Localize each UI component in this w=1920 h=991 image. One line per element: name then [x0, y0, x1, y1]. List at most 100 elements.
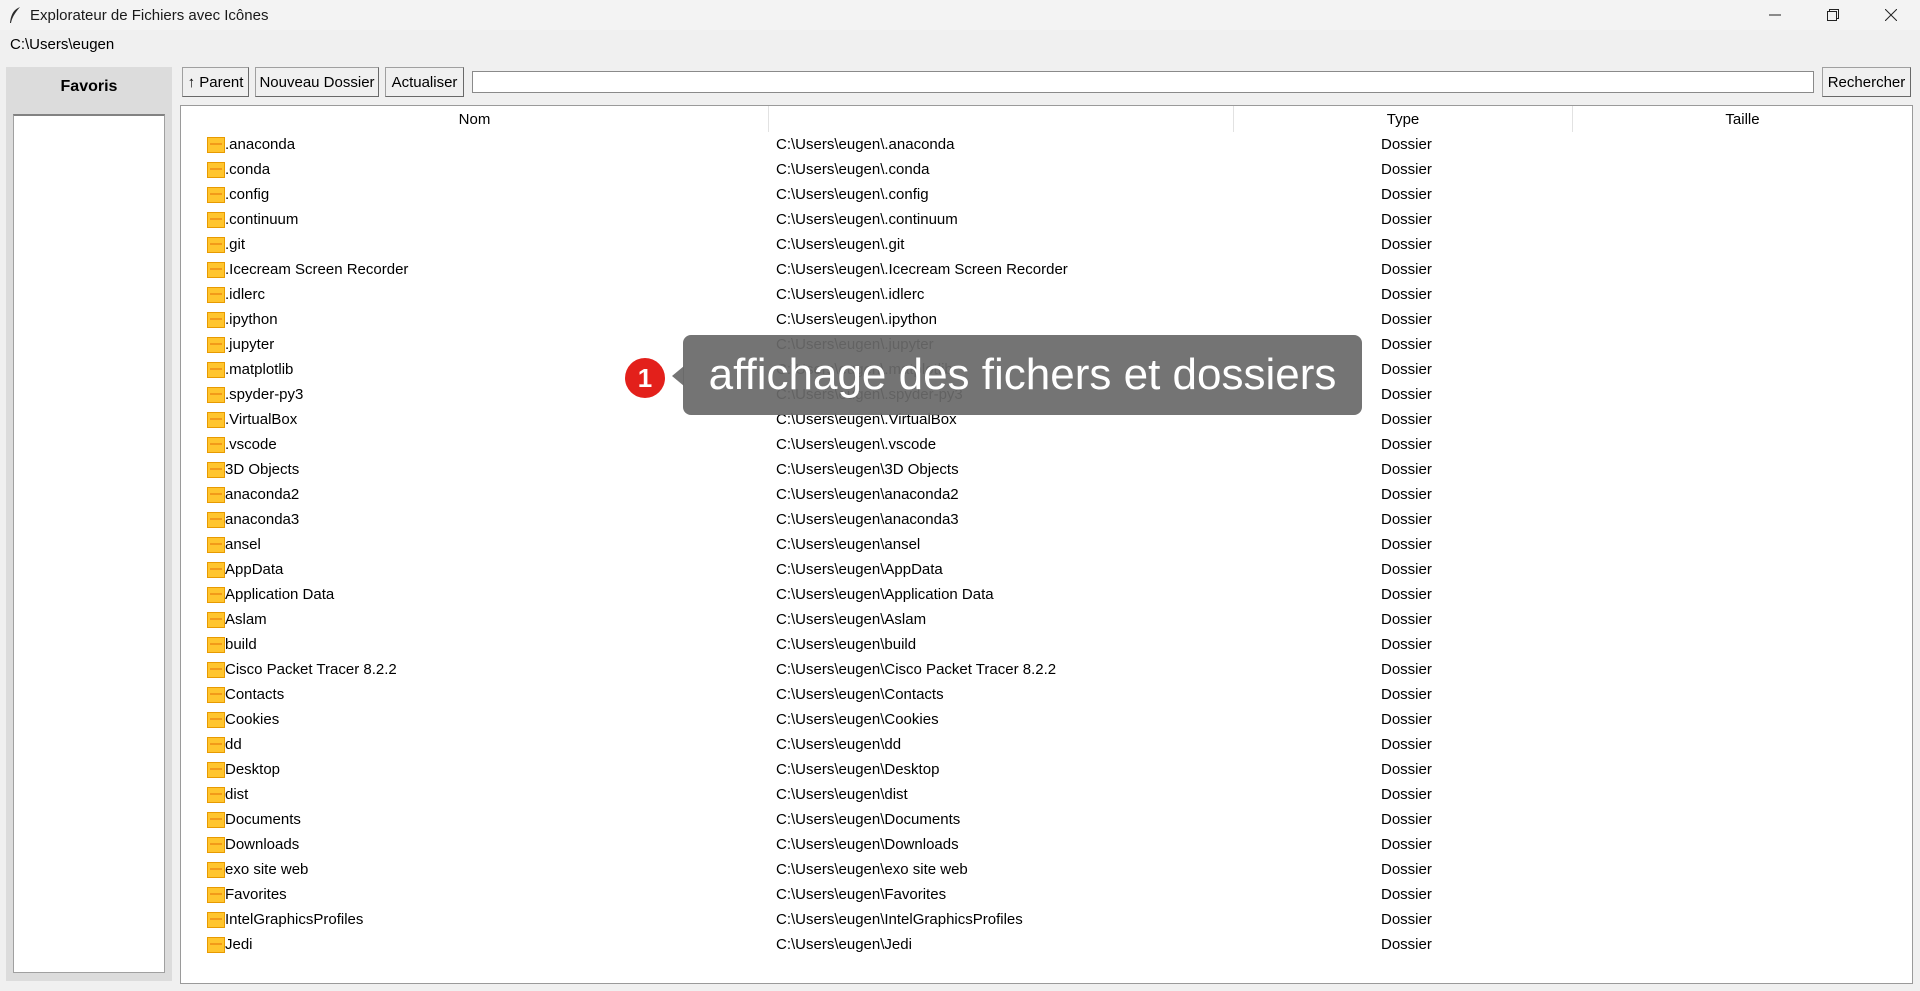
- table-row[interactable]: .continuum C:\Users\eugen\.continuum Dossi…: [181, 207, 1912, 232]
- cell-type: Dossier: [1381, 361, 1432, 378]
- cell-name: .Icecream Screen Recorder: [207, 257, 408, 282]
- file-tree[interactable]: Nom Type Taille .anaconda C:\Users\eugen\…: [180, 105, 1913, 984]
- cell-path: C:\Users\eugen\.vscode: [776, 436, 937, 453]
- table-row[interactable]: build C:\Users\eugen\build Dossier: [181, 632, 1912, 657]
- table-row[interactable]: exo site web C:\Users\eugen\exo site web D…: [181, 857, 1912, 882]
- table-row[interactable]: Documents C:\Users\eugen\Documents Dossier: [181, 807, 1912, 832]
- favorites-list[interactable]: [13, 114, 165, 973]
- table-row[interactable]: Downloads C:\Users\eugen\Downloads Dossier: [181, 832, 1912, 857]
- cell-path: C:\Users\eugen\.config: [776, 186, 929, 203]
- file-name: Contacts: [225, 686, 285, 703]
- table-row[interactable]: .anaconda C:\Users\eugen\.anaconda Dossier: [181, 132, 1912, 157]
- cell-name: .spyder-py3: [207, 382, 303, 407]
- cell-path: C:\Users\eugen\AppData: [776, 561, 943, 578]
- column-header-name[interactable]: Nom: [181, 106, 769, 132]
- table-row[interactable]: ansel C:\Users\eugen\ansel Dossier: [181, 532, 1912, 557]
- table-row[interactable]: Aslam C:\Users\eugen\Aslam Dossier: [181, 607, 1912, 632]
- table-row[interactable]: .config C:\Users\eugen\.config Dossier: [181, 182, 1912, 207]
- cell-type: Dossier: [1381, 836, 1432, 853]
- cell-path: C:\Users\eugen\exo site web: [776, 861, 968, 878]
- table-row[interactable]: anaconda2 C:\Users\eugen\anaconda2 Dossier: [181, 482, 1912, 507]
- file-name: .anaconda: [225, 136, 296, 153]
- cell-type: Dossier: [1381, 286, 1432, 303]
- cell-name: Application Data: [207, 582, 334, 607]
- cell-name: Aslam: [207, 607, 267, 632]
- table-row[interactable]: dist C:\Users\eugen\dist Dossier: [181, 782, 1912, 807]
- table-row[interactable]: Application Data C:\Users\eugen\Applicati…: [181, 582, 1912, 607]
- minimize-icon[interactable]: [1746, 0, 1804, 30]
- file-name: .spyder-py3: [225, 386, 304, 403]
- cell-name: dd: [207, 732, 242, 757]
- table-row[interactable]: anaconda3 C:\Users\eugen\anaconda3 Dossier: [181, 507, 1912, 532]
- file-name: exo site web: [225, 861, 309, 878]
- new-folder-button[interactable]: Nouveau Dossier: [255, 67, 379, 97]
- cell-path: C:\Users\eugen\Cisco Packet Tracer 8.2.2: [776, 661, 1057, 678]
- column-header-path[interactable]: [769, 106, 1234, 132]
- cell-name: .ipython: [207, 307, 278, 332]
- folder-icon: [207, 786, 225, 803]
- cell-type: Dossier: [1381, 586, 1432, 603]
- cell-name: Jedi: [207, 932, 253, 957]
- column-header-size[interactable]: Taille: [1573, 106, 1912, 132]
- cell-name: .config: [207, 182, 269, 207]
- cell-path: C:\Users\eugen\ansel: [776, 536, 921, 553]
- cell-name: Documents: [207, 807, 301, 832]
- folder-icon: [207, 336, 225, 353]
- table-row[interactable]: Jedi C:\Users\eugen\Jedi Dossier: [181, 932, 1912, 957]
- title-bar: Explorateur de Fichiers avec Icônes: [0, 0, 1920, 30]
- cell-type: Dossier: [1381, 611, 1432, 628]
- table-row[interactable]: Cookies C:\Users\eugen\Cookies Dossier: [181, 707, 1912, 732]
- file-name: .config: [225, 186, 270, 203]
- file-name: .jupyter: [225, 336, 275, 353]
- file-name: .continuum: [225, 211, 299, 228]
- folder-icon: [207, 811, 225, 828]
- tree-header: Nom Type Taille: [181, 106, 1912, 132]
- file-name: .conda: [225, 161, 271, 178]
- table-row[interactable]: Contacts C:\Users\eugen\Contacts Dossier: [181, 682, 1912, 707]
- table-row[interactable]: .Icecream Screen Recorder C:\Users\eugen\…: [181, 257, 1912, 282]
- cell-type: Dossier: [1381, 661, 1432, 678]
- refresh-button[interactable]: Actualiser: [385, 67, 464, 97]
- search-button[interactable]: Rechercher: [1822, 67, 1911, 97]
- cell-type: Dossier: [1381, 236, 1432, 253]
- current-path-label: C:\Users\eugen: [10, 36, 115, 53]
- file-name: Desktop: [225, 761, 281, 778]
- window-title: Explorateur de Fichiers avec Icônes: [30, 6, 269, 24]
- restore-icon[interactable]: [1804, 0, 1862, 30]
- file-name: Cisco Packet Tracer 8.2.2: [225, 661, 397, 678]
- cell-name: .conda: [207, 157, 270, 182]
- folder-icon: [207, 586, 225, 603]
- table-row[interactable]: .conda C:\Users\eugen\.conda Dossier: [181, 157, 1912, 182]
- close-icon[interactable]: [1862, 0, 1920, 30]
- table-row[interactable]: IntelGraphicsProfiles C:\Users\eugen\Inte…: [181, 907, 1912, 932]
- parent-button[interactable]: ↑ Parent: [182, 67, 249, 97]
- file-name: anaconda2: [225, 486, 300, 503]
- cell-type: Dossier: [1381, 186, 1432, 203]
- cell-name: dist: [207, 782, 248, 807]
- folder-icon: [207, 261, 225, 278]
- cell-type: Dossier: [1381, 936, 1432, 953]
- file-name: .VirtualBox: [225, 411, 298, 428]
- table-row[interactable]: Desktop C:\Users\eugen\Desktop Dossier: [181, 757, 1912, 782]
- table-row[interactable]: .ipython C:\Users\eugen\.ipython Dossier: [181, 307, 1912, 332]
- cell-name: IntelGraphicsProfiles: [207, 907, 363, 932]
- cell-type: Dossier: [1381, 436, 1432, 453]
- search-input[interactable]: [472, 71, 1814, 93]
- cell-path: C:\Users\eugen\dd: [776, 736, 902, 753]
- cell-name: Contacts: [207, 682, 284, 707]
- file-name: IntelGraphicsProfiles: [225, 911, 364, 928]
- annotation-callout: affichage des fichers et dossiers: [683, 335, 1362, 415]
- table-row[interactable]: dd C:\Users\eugen\dd Dossier: [181, 732, 1912, 757]
- folder-icon: [207, 636, 225, 653]
- table-row[interactable]: 3D Objects C:\Users\eugen\3D Objects Dossi…: [181, 457, 1912, 482]
- table-row[interactable]: .git C:\Users\eugen\.git Dossier: [181, 232, 1912, 257]
- table-row[interactable]: .idlerc C:\Users\eugen\.idlerc Dossier: [181, 282, 1912, 307]
- column-header-type[interactable]: Type: [1234, 106, 1573, 132]
- file-name: Jedi: [225, 936, 253, 953]
- table-row[interactable]: Cisco Packet Tracer 8.2.2 C:\Users\eugen\…: [181, 657, 1912, 682]
- table-row[interactable]: Favorites C:\Users\eugen\Favorites Dossier: [181, 882, 1912, 907]
- table-row[interactable]: .vscode C:\Users\eugen\.vscode Dossier: [181, 432, 1912, 457]
- cell-path: C:\Users\eugen\3D Objects: [776, 461, 959, 478]
- table-row[interactable]: AppData C:\Users\eugen\AppData Dossier: [181, 557, 1912, 582]
- file-name: .vscode: [225, 436, 277, 453]
